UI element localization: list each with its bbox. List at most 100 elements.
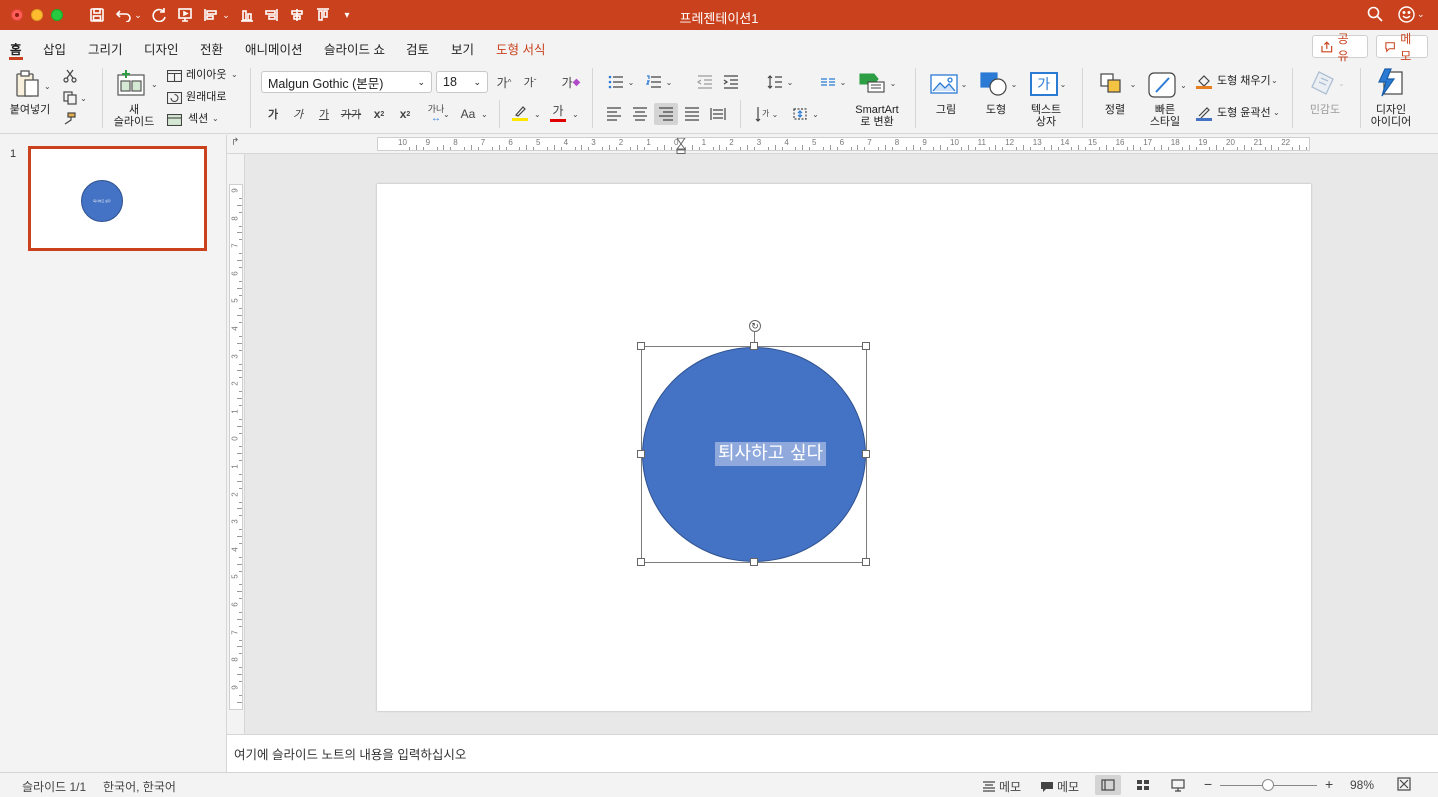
convert-smartart-icon[interactable]: ⌄ [855,70,899,96]
tab-insert[interactable]: 삽입 [43,39,66,58]
strikethrough-button[interactable]: 가가 [340,104,362,124]
slide-sorter-view-button[interactable] [1130,775,1156,795]
new-slide-icon[interactable] [115,68,147,98]
columns-button[interactable]: ⌄ [816,73,850,91]
font-size-select[interactable]: 18 ⌄ [436,71,488,93]
clear-formatting-button[interactable]: 가 ◆ [560,72,582,92]
paste-dropdown-icon[interactable]: ⌄ [44,82,51,91]
tab-shape-format[interactable]: 도형 서식 [496,39,545,58]
slide-thumbnail[interactable]: 퇴사하고 싶다 [28,146,207,251]
share-button[interactable]: 공유 [1312,32,1368,63]
numbering-button[interactable]: ⌄ [642,73,676,91]
selected-shape[interactable]: 퇴사하고 싶다 ↻ [637,320,870,566]
slide-canvas[interactable]: 퇴사하고 싶다 ↻ [377,184,1311,711]
shape-outline-label[interactable]: 도형 윤곽선 [1217,107,1271,120]
grow-font-button[interactable]: 가 ^ [494,72,514,92]
shape-outline-dropdown-icon[interactable]: ⌄ [1273,108,1280,117]
textbox-icon[interactable]: 가 ⌄ [1025,70,1071,98]
font-color-button[interactable]: 가 [548,102,568,124]
resize-handle-bottom-right[interactable] [862,558,870,566]
tab-slideshow[interactable]: 슬라이드 쇼 [324,39,385,58]
first-line-indent-marker[interactable] [676,135,686,145]
rotate-handle-icon[interactable]: ↻ [749,320,761,332]
zoom-slider-handle[interactable] [1262,779,1274,791]
subscript-button[interactable]: x2 [396,104,414,124]
italic-button[interactable]: 가 [290,104,306,124]
notes-pane[interactable]: 여기에 슬라이드 노트의 내용을 입력하십시오 [227,734,1438,772]
normal-view-button[interactable] [1095,775,1121,795]
tab-draw[interactable]: 그리기 [88,39,123,58]
section-label[interactable]: 섹션 [188,113,208,126]
resize-handle-bottom-left[interactable] [637,558,645,566]
text-direction-button[interactable]: 가 ⌄ [751,105,781,123]
cut-icon[interactable] [62,68,78,84]
resize-handle-top-right[interactable] [862,342,870,350]
align-center-button[interactable] [631,105,649,123]
new-slide-dropdown-icon[interactable]: ⌄ [151,80,158,89]
tab-review[interactable]: 검토 [406,39,429,58]
font-color-dropdown-icon[interactable]: ⌄ [572,110,579,119]
layout-label[interactable]: 레이아웃 [186,69,226,82]
tab-animations[interactable]: 애니메이션 [245,39,303,58]
design-ideas-icon[interactable] [1370,67,1410,99]
shape-outline-icon[interactable] [1196,104,1212,122]
increase-indent-button[interactable] [722,73,740,91]
reading-view-button[interactable] [1165,775,1191,795]
justify-button[interactable] [683,105,701,123]
font-name-select[interactable]: Malgun Gothic (본문) ⌄ [261,71,432,93]
comments-toggle-button[interactable]: 메모 [1040,778,1079,795]
sensitivity-icon[interactable]: ⌄ [1306,68,1350,98]
format-painter-icon[interactable] [61,111,77,127]
picture-icon[interactable]: ⌄ [925,70,971,98]
tab-stop-icon[interactable]: ↱ [231,137,239,148]
align-left-button[interactable] [605,105,623,123]
zoom-level[interactable]: 98% [1350,778,1374,792]
shapes-icon[interactable]: ⌄ [975,70,1021,98]
resize-handle-right[interactable] [862,450,870,458]
notes-toggle-button[interactable]: 메모 [982,778,1021,795]
search-icon[interactable] [1367,6,1383,26]
zoom-out-button[interactable]: − [1204,776,1212,792]
change-case-button[interactable]: Aa [457,104,479,124]
tab-home[interactable]: 홈 [9,39,23,60]
reset-icon[interactable] [166,91,182,104]
resize-handle-top-left[interactable] [637,342,645,350]
shape-fill-icon[interactable] [1196,72,1212,90]
layout-dropdown-icon[interactable]: ⌄ [231,70,238,79]
fit-to-window-icon[interactable] [1397,777,1411,794]
feedback-smiley-icon[interactable]: ⌄ [1398,6,1425,23]
notes-placeholder[interactable]: 여기에 슬라이드 노트의 내용을 입력하십시오 [234,744,466,763]
section-icon[interactable] [166,113,182,126]
arrange-icon[interactable]: ⌄ [1094,70,1140,98]
tab-view[interactable]: 보기 [451,39,474,58]
layout-icon[interactable] [166,69,182,82]
highlight-button[interactable] [510,102,530,124]
resize-handle-top[interactable] [750,342,758,350]
paste-icon[interactable] [14,68,42,100]
reset-label[interactable]: 원래대로 [186,91,226,104]
tab-design[interactable]: 디자인 [144,39,179,58]
distributed-button[interactable] [709,105,727,123]
resize-handle-left[interactable] [637,450,645,458]
line-spacing-button[interactable]: ⌄ [762,73,798,91]
hanging-indent-marker[interactable] [675,143,687,154]
bold-button[interactable]: 가 [265,104,281,124]
shape-fill-dropdown-icon[interactable]: ⌄ [1271,76,1278,85]
section-dropdown-icon[interactable]: ⌄ [212,114,219,123]
language-status[interactable]: 한국어, 한국어 [103,778,176,795]
align-text-button[interactable]: ⌄ [787,105,823,123]
comments-button[interactable]: 메모 [1376,32,1428,63]
bullets-button[interactable]: ⌄ [604,73,638,91]
copy-icon[interactable]: ⌄ [60,90,90,106]
change-case-dropdown-icon[interactable]: ⌄ [481,110,488,119]
resize-handle-bottom[interactable] [750,558,758,566]
underline-button[interactable]: 가 [316,104,332,124]
tab-transitions[interactable]: 전환 [200,39,223,58]
align-right-button[interactable] [654,103,678,125]
highlight-dropdown-icon[interactable]: ⌄ [534,110,541,119]
decrease-indent-button[interactable] [696,73,714,91]
character-spacing-dropdown-icon[interactable]: ⌄ [443,110,450,119]
zoom-in-button[interactable]: + [1325,776,1333,792]
quick-styles-icon[interactable]: ⌄ [1144,70,1190,100]
superscript-button[interactable]: x2 [370,104,388,124]
